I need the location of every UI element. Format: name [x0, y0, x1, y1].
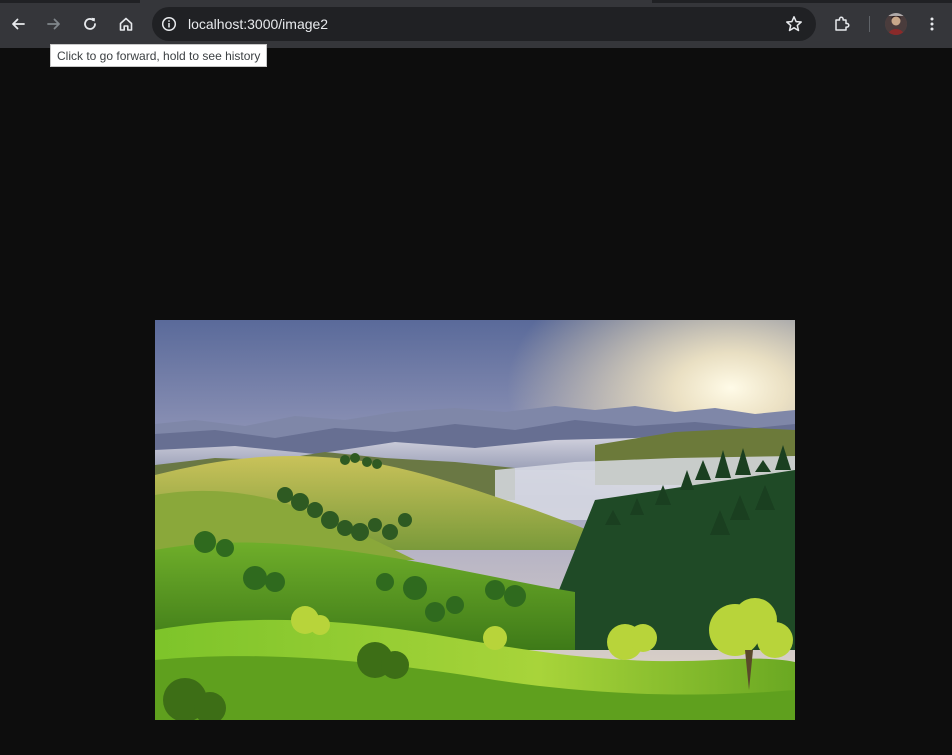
- info-icon: [161, 16, 177, 32]
- arrow-right-icon: [47, 18, 60, 30]
- reload-icon: [84, 17, 96, 30]
- puzzle-icon: [835, 16, 850, 31]
- forward-tooltip: Click to go forward, hold to see history: [50, 44, 268, 67]
- arrow-left-icon: [12, 18, 25, 30]
- extensions-button[interactable]: [827, 9, 857, 39]
- url-text[interactable]: localhost:3000/image2: [188, 15, 328, 33]
- browser-menu-button[interactable]: [917, 9, 947, 39]
- address-bar[interactable]: localhost:3000/image2: [152, 7, 816, 41]
- kebab-menu-icon: [930, 17, 934, 31]
- landscape-image: [155, 320, 795, 720]
- home-button[interactable]: [111, 9, 141, 39]
- home-icon: [119, 17, 133, 31]
- forward-button[interactable]: [39, 9, 69, 39]
- site-info-button[interactable]: [157, 12, 181, 36]
- bookmark-button[interactable]: [782, 12, 806, 36]
- page-content: [0, 48, 952, 755]
- avatar-image: [885, 13, 907, 35]
- star-icon: [786, 16, 802, 32]
- active-tab-edge: [140, 0, 652, 3]
- reload-button[interactable]: [75, 9, 105, 39]
- browser-toolbar: localhost:3000/image2: [0, 0, 952, 48]
- profile-avatar[interactable]: [885, 13, 907, 35]
- back-button[interactable]: [3, 9, 33, 39]
- toolbar-divider: [869, 16, 870, 32]
- tab-strip-edge: [0, 0, 952, 3]
